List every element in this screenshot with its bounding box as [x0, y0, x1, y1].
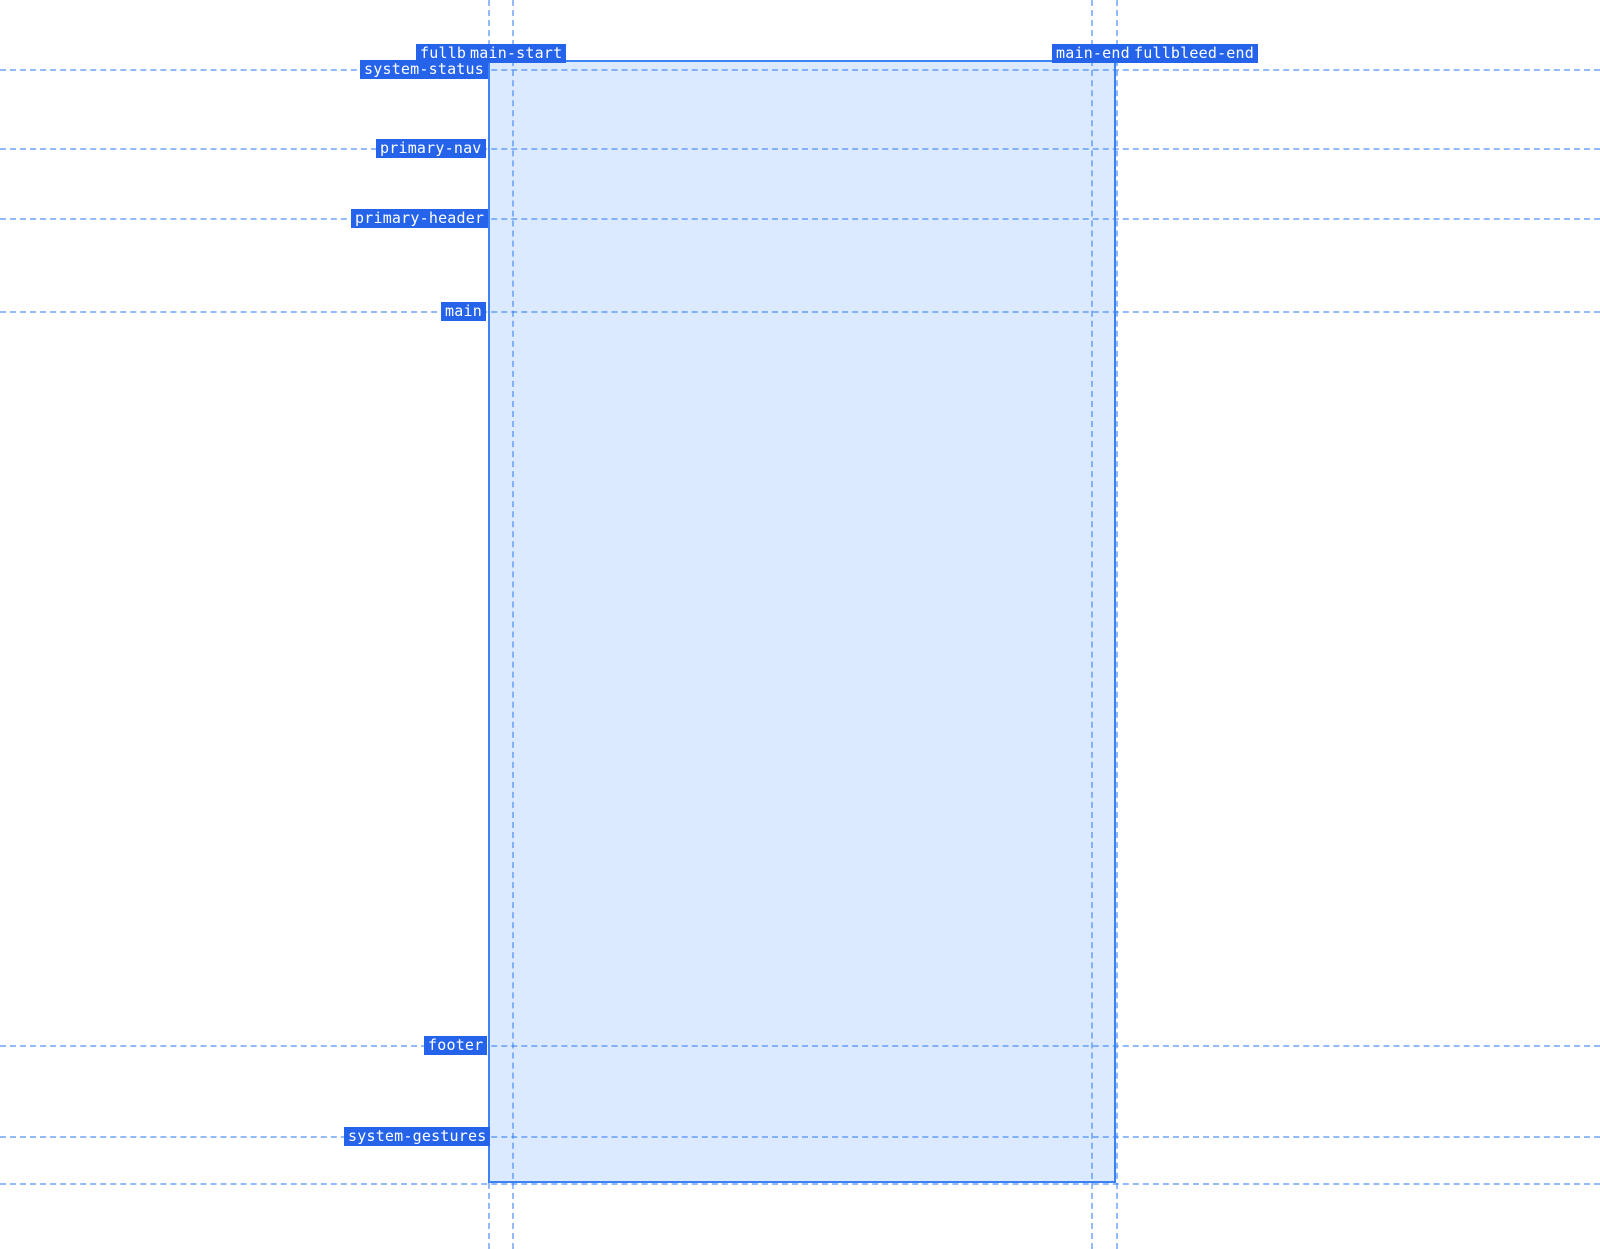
row-system-gestures	[0, 1136, 1600, 1138]
col-fullbleed-end	[1116, 0, 1118, 1249]
col-label-fullbleed-end: fullbleed-end	[1130, 44, 1258, 63]
col-main-end	[1091, 0, 1093, 1249]
col-fullbleed-start	[488, 0, 490, 1249]
row-footer	[0, 1045, 1600, 1047]
row-main	[0, 311, 1600, 313]
col-main-start	[512, 0, 514, 1249]
row-label-primary-nav: primary-nav	[376, 139, 486, 158]
col-label-main-end: main-end	[1052, 44, 1134, 63]
row-label-footer: footer	[424, 1036, 487, 1055]
row-label-primary-header: primary-header	[351, 209, 488, 228]
layout-device-frame	[488, 60, 1116, 1183]
row-primary-header	[0, 218, 1600, 220]
row-label-system-gestures: system-gestures	[344, 1127, 490, 1146]
row-device-bottom	[0, 1183, 1600, 1185]
row-system-status	[0, 69, 1600, 71]
row-primary-nav	[0, 148, 1600, 150]
row-label-system-status: system-status	[360, 60, 488, 79]
row-label-main: main	[441, 302, 486, 321]
